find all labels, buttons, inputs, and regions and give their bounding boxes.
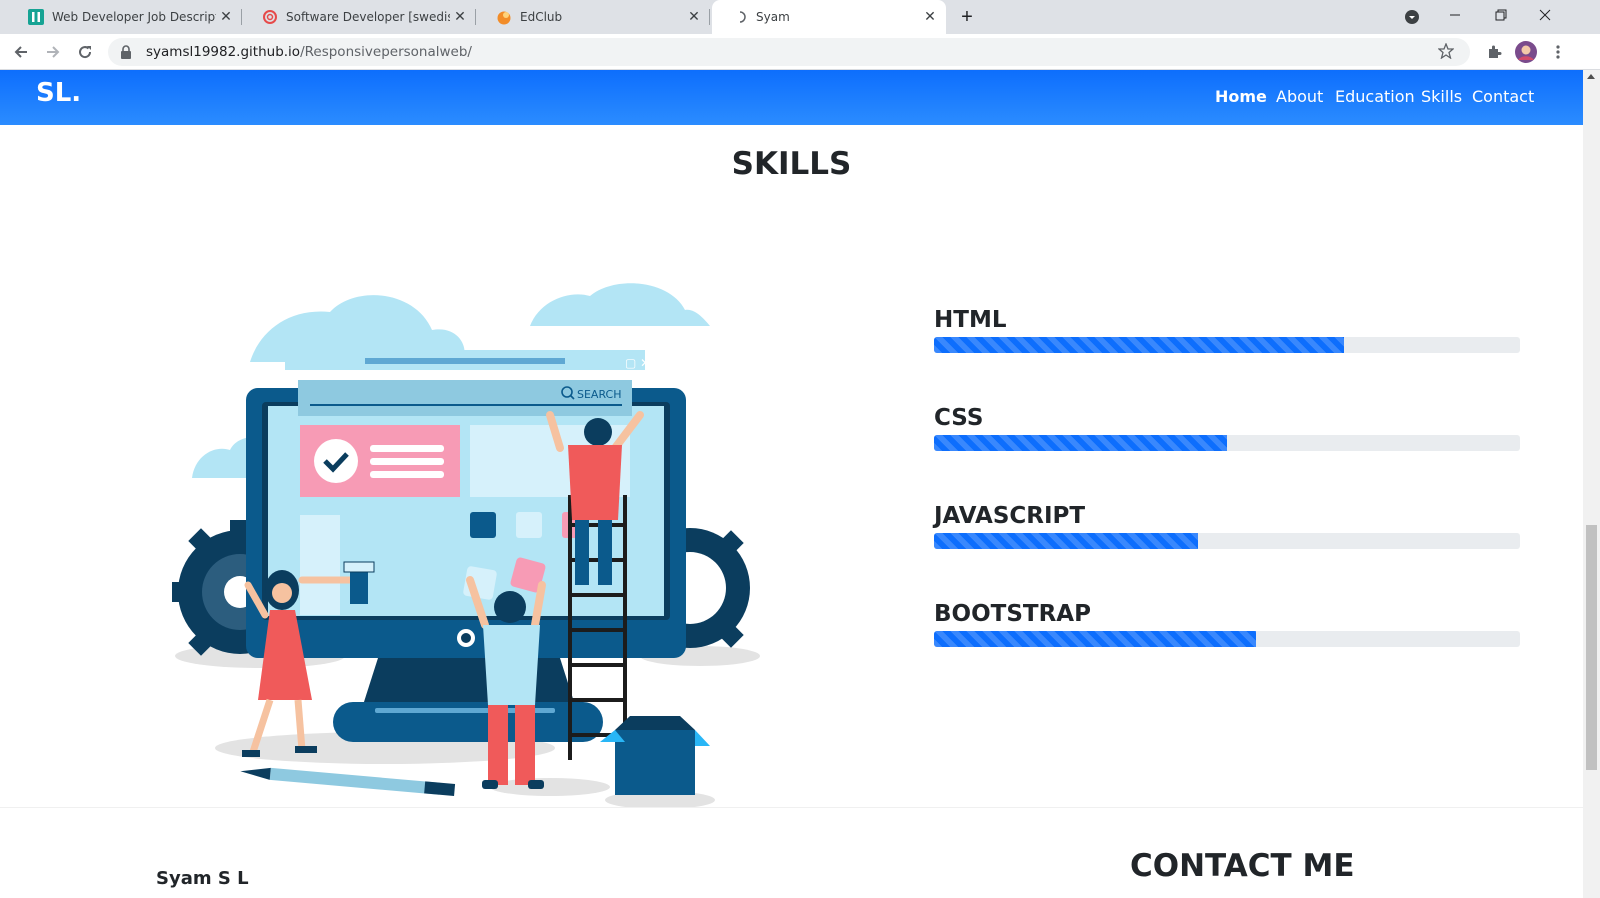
illustration-search-label: SEARCH [577, 388, 622, 401]
progress-track [934, 533, 1520, 549]
reload-icon[interactable] [71, 38, 99, 66]
skill-javascript: JAVASCRIPT [934, 503, 1520, 549]
forward-icon[interactable] [39, 38, 67, 66]
pencil [240, 767, 456, 797]
tab-title: Syam [756, 10, 790, 24]
scroll-up-arrow-icon[interactable] [1587, 74, 1595, 79]
skill-name: CSS [934, 405, 984, 431]
web-page: SL. Home About Education Skills Contact … [0, 70, 1583, 898]
lock-icon [120, 45, 134, 59]
restore-icon[interactable] [1486, 0, 1516, 30]
progress-track [934, 337, 1520, 353]
progress-track [934, 435, 1520, 451]
tab-title: Software Developer [swedish] Sy [286, 10, 450, 24]
skills-heading: SKILLS [731, 146, 852, 182]
address-bar[interactable]: syamsl19982.github.io/Responsivepersonal… [108, 38, 1470, 66]
close-window-icon[interactable] [1530, 0, 1560, 30]
back-icon[interactable] [7, 38, 35, 66]
page-scrollbar[interactable] [1583, 70, 1600, 898]
red-swirl-icon [262, 9, 278, 25]
tab-title: Web Developer Job Description | [52, 10, 216, 24]
browser-tab-strip: Web Developer Job Description | ✕ Softwa… [0, 0, 1600, 34]
menu-kebab-icon[interactable] [1544, 38, 1572, 66]
footer-section: Syam S L CONTACT ME [0, 807, 1583, 898]
close-tab-icon[interactable]: ✕ [450, 9, 470, 25]
profile-avatar[interactable] [1512, 38, 1540, 66]
nav-link-education[interactable]: Education [1335, 87, 1415, 106]
progress-fill [934, 337, 1345, 353]
minimize-icon[interactable] [1440, 0, 1470, 30]
extensions-icon[interactable] [1480, 38, 1508, 66]
bookmark-star-icon[interactable] [1437, 42, 1455, 64]
url-text: syamsl19982.github.io/Responsivepersonal… [146, 44, 472, 60]
progress-fill [934, 435, 1227, 451]
url-domain: syamsl19982.github.io [146, 44, 301, 60]
close-tab-icon[interactable]: ✕ [684, 9, 704, 25]
browser-toolbar: syamsl19982.github.io/Responsivepersonal… [0, 34, 1600, 70]
nav-link-home[interactable]: Home [1215, 87, 1267, 106]
progress-fill [934, 533, 1198, 549]
tab-search-icon[interactable] [1398, 2, 1426, 32]
new-tab-button[interactable]: + [954, 2, 980, 32]
new-tab-label: + [961, 5, 973, 28]
tab-edclub[interactable]: EdClub ✕ [476, 0, 710, 34]
url-path: /Responsivepersonalweb/ [300, 44, 472, 60]
nav-link-skills[interactable]: Skills [1421, 87, 1462, 106]
progress-fill [934, 631, 1257, 647]
checkmark-icon [314, 439, 358, 483]
skill-name: BOOTSTRAP [934, 601, 1091, 627]
skill-bootstrap: BOOTSTRAP [934, 601, 1520, 647]
site-navbar: SL. Home About Education Skills Contact [0, 70, 1583, 125]
tab-software-developer[interactable]: Software Developer [swedish] Sy ✕ [242, 0, 476, 34]
footer-name: Syam S L [156, 868, 249, 889]
close-tab-icon[interactable]: ✕ [920, 9, 940, 25]
skill-name: JAVASCRIPT [934, 503, 1086, 529]
svg-text:▢ ✕: ▢ ✕ [625, 356, 650, 370]
skill-css: CSS [934, 405, 1520, 451]
cloud-shape [530, 283, 710, 326]
scrollbar-thumb[interactable] [1586, 525, 1597, 770]
progress-track [934, 631, 1520, 647]
skill-name: HTML [934, 307, 1007, 333]
tab-syam[interactable]: Syam ✕ [712, 0, 946, 34]
tab-title: EdClub [520, 10, 563, 24]
brand-logo[interactable]: SL. [36, 78, 81, 108]
close-tab-icon[interactable]: ✕ [216, 9, 236, 25]
developers-illustration: ▢ ✕ SEARCH [172, 283, 760, 809]
loading-icon [732, 9, 748, 25]
edclub-icon [496, 9, 512, 25]
teal-site-icon [28, 9, 44, 25]
nav-link-about[interactable]: About [1276, 87, 1323, 106]
nav-link-contact[interactable]: Contact [1472, 87, 1534, 106]
contact-heading: CONTACT ME [1130, 848, 1355, 884]
skill-html: HTML [934, 307, 1520, 353]
box [600, 716, 710, 795]
tab-web-developer-job[interactable]: Web Developer Job Description | ✕ [8, 0, 242, 34]
